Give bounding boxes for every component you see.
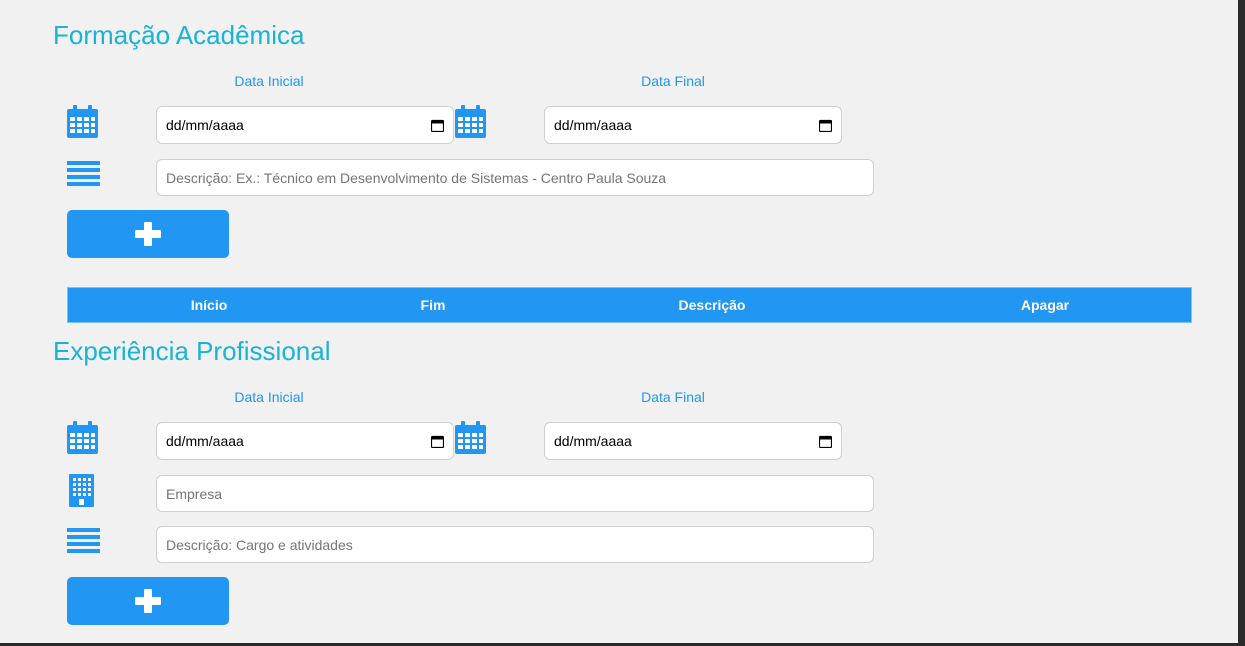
experiencia-data-final-input[interactable]: dd/mm/aaaa (544, 422, 842, 460)
column-header-inicio: Início (190, 297, 228, 313)
calendar-icon (455, 105, 486, 138)
formacao-data-inicial-value: dd/mm/aaaa (166, 117, 244, 133)
experiencia-descricao-placeholder: Descrição: Cargo e atividades (166, 536, 353, 553)
calendar-picker-icon[interactable] (431, 435, 444, 448)
formacao-data-final-input[interactable]: dd/mm/aaaa (544, 106, 842, 144)
calendar-icon (455, 421, 486, 454)
calendar-picker-icon[interactable] (431, 119, 444, 132)
list-lines-icon (67, 161, 100, 186)
experiencia-title: Experiência Profissional (53, 336, 331, 366)
formacao-descricao-input[interactable]: Descrição: Ex.: Técnico em Desenvolvimen… (156, 159, 874, 196)
experiencia-descricao-input[interactable]: Descrição: Cargo e atividades (156, 526, 874, 563)
experiencia-empresa-placeholder: Empresa (166, 485, 223, 502)
experiencia-data-final-value: dd/mm/aaaa (554, 433, 632, 449)
calendar-icon (67, 105, 98, 138)
building-icon (69, 474, 94, 507)
formacao-descricao-placeholder: Descrição: Ex.: Técnico em Desenvolvimen… (166, 169, 667, 186)
experiencia-add-button[interactable] (67, 577, 229, 625)
calendar-icon (67, 421, 98, 454)
experiencia-data-final-label: Data Final (641, 389, 705, 405)
column-header-apagar: Apagar (1020, 297, 1070, 313)
plus-icon (135, 222, 161, 246)
formacao-title: Formação Acadêmica (53, 20, 305, 50)
list-lines-icon (67, 528, 100, 553)
experiencia-data-inicial-input[interactable]: dd/mm/aaaa (156, 422, 454, 460)
formacao-data-final-value: dd/mm/aaaa (554, 117, 632, 133)
formacao-data-inicial-input[interactable]: dd/mm/aaaa (156, 106, 454, 144)
experiencia-data-inicial-value: dd/mm/aaaa (166, 433, 244, 449)
column-header-descricao: Descrição (678, 297, 746, 313)
formacao-data-final-label: Data Final (641, 73, 705, 89)
formacao-data-inicial-label: Data Inicial (234, 73, 304, 89)
formacao-add-button[interactable] (67, 210, 229, 258)
calendar-picker-icon[interactable] (819, 435, 832, 448)
window-border-right (1238, 0, 1245, 646)
experiencia-data-inicial-label: Data Inicial (234, 389, 304, 405)
formacao-table-header: Início Fim Descrição Apagar (67, 287, 1192, 323)
column-header-fim: Fim (420, 297, 446, 313)
plus-icon (135, 589, 161, 613)
experiencia-empresa-input[interactable]: Empresa (156, 475, 874, 512)
calendar-picker-icon[interactable] (819, 119, 832, 132)
